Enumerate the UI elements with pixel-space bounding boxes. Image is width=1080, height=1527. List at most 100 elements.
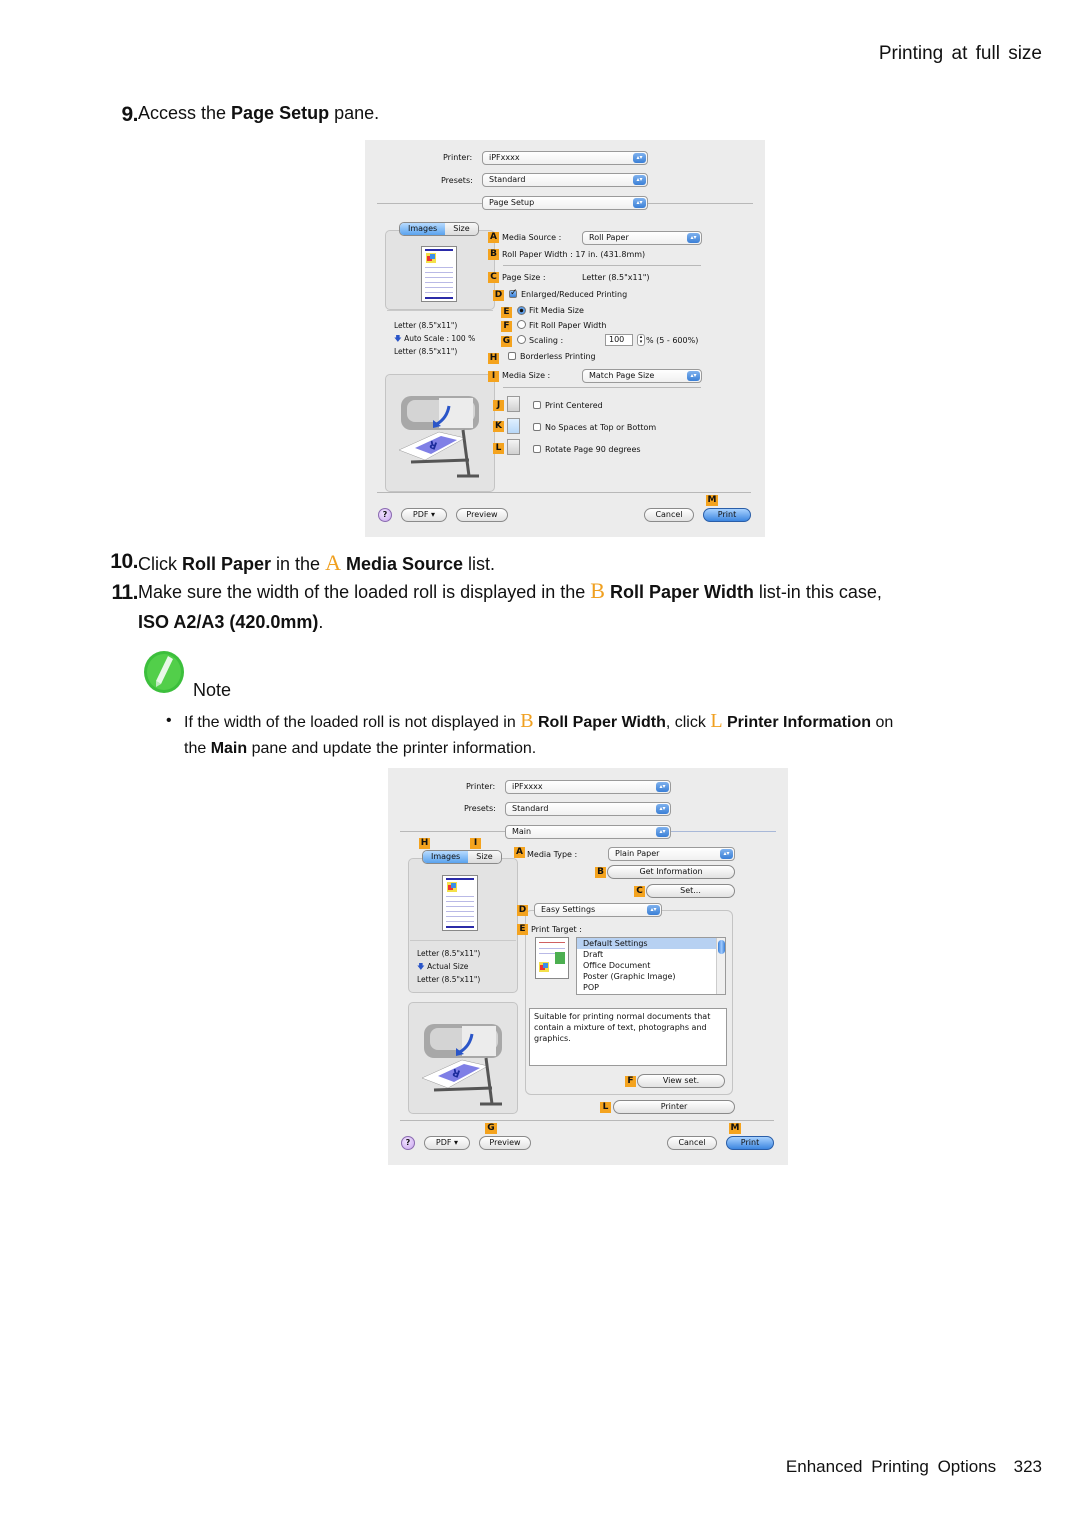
popup-arrows-icon: ▴▾ <box>687 371 700 381</box>
footer-section: Enhanced Printing Options <box>785 1457 997 1476</box>
fit-roll-width-radio[interactable] <box>517 320 526 329</box>
print-target-description: Suitable for printing normal documents t… <box>529 1008 727 1066</box>
popup-arrows-icon: ▴▾ <box>633 175 646 185</box>
arrow-down-icon: 🡇 <box>394 334 402 343</box>
step-11: 11. Make sure the width of the loaded ro… <box>111 578 882 632</box>
list-item-draft[interactable]: Draft <box>577 949 725 960</box>
page-setup-dialog-screenshot: Printer: iPFxxxx ▴▾ Presets: Standard ▴▾ P… <box>365 140 765 537</box>
main-pane-dialog-screenshot: Printer: iPFxxxx ▴▾ Presets: Standard ▴▾ M… <box>388 768 788 1165</box>
popup-arrows-icon: ▴▾ <box>687 233 700 243</box>
pdf-button[interactable]: PDF ▾ <box>401 508 447 522</box>
cancel-button[interactable]: Cancel <box>644 508 694 522</box>
note-bullet: • If the width of the loaded roll is not… <box>166 710 894 757</box>
borderless-checkbox[interactable] <box>508 352 516 360</box>
print-button[interactable]: Print <box>726 1136 774 1150</box>
print-button[interactable]: Print <box>703 508 751 522</box>
easy-settings-popup[interactable]: Easy Settings ▴▾ <box>534 903 662 917</box>
badge-h: H <box>419 838 430 849</box>
list-item-pop[interactable]: POP <box>577 982 725 993</box>
printer-button[interactable]: Printer <box>613 1100 735 1114</box>
list-item-poster[interactable]: Poster (Graphic Image) <box>577 971 725 982</box>
badge-d: D <box>517 905 528 916</box>
media-size-popup[interactable]: Match Page Size ▴▾ <box>582 369 702 383</box>
printer-popup[interactable]: iPFxxxx ▴▾ <box>505 780 671 794</box>
popup-arrows-icon: ▴▾ <box>720 849 733 859</box>
scaling-input[interactable]: 100 <box>605 334 633 346</box>
badge-f: F <box>625 1076 636 1087</box>
arrow-down-icon: 🡇 <box>417 962 425 971</box>
media-source-popup[interactable]: Roll Paper ▴▾ <box>582 231 702 245</box>
view-set-button[interactable]: View set. <box>637 1074 725 1088</box>
cancel-button[interactable]: Cancel <box>667 1136 717 1150</box>
presets-popup[interactable]: Standard ▴▾ <box>482 173 648 187</box>
print-centered-icon <box>507 396 520 412</box>
page-thumbnail <box>421 246 457 302</box>
no-spaces-checkbox[interactable] <box>533 423 541 431</box>
rotate-page-icon <box>507 439 520 455</box>
badge-e: E <box>517 924 528 935</box>
preview-tabs: Images Size <box>399 222 479 236</box>
badge-e: E <box>501 307 512 318</box>
no-spaces-icon <box>507 418 520 434</box>
list-item-office-document[interactable]: Office Document <box>577 960 725 971</box>
pane-popup[interactable]: Page Setup ▴▾ <box>482 196 648 210</box>
scaling-stepper[interactable]: ▴ ▾ <box>637 334 645 346</box>
help-button[interactable]: ? <box>401 1136 415 1150</box>
print-target-thumbnail <box>535 937 569 979</box>
step-9: 9. Access the Page Setup pane. <box>100 103 379 127</box>
popup-arrows-icon: ▴▾ <box>656 804 669 814</box>
badge-a: A <box>488 232 499 243</box>
get-information-button[interactable]: Get Information <box>607 865 735 879</box>
fit-media-size-radio[interactable] <box>517 306 526 315</box>
tab-size[interactable]: Size <box>468 851 501 863</box>
note-pencil-icon <box>144 651 184 693</box>
badge-b: B <box>488 249 499 260</box>
popup-arrows-icon: ▴▾ <box>633 198 646 208</box>
preview-info: Letter (8.5"x11") 🡇 Actual Size Letter (… <box>417 949 481 984</box>
rotate-page-checkbox[interactable] <box>533 445 541 453</box>
printer-illustration-icon: R <box>421 1024 502 1106</box>
badge-c: C <box>488 272 499 283</box>
note-label: Note <box>193 680 232 700</box>
running-head: Printing at full size <box>878 43 1042 64</box>
badge-h: H <box>488 353 499 364</box>
list-item-default-settings[interactable]: Default Settings <box>577 938 725 949</box>
popup-arrows-icon: ▴▾ <box>647 905 660 915</box>
badge-a: A <box>514 847 525 858</box>
page-thumbnail <box>442 875 478 931</box>
help-button[interactable]: ? <box>378 508 392 522</box>
page-number: 323 <box>1013 1457 1042 1476</box>
preview-button[interactable]: Preview <box>456 508 508 522</box>
set-button[interactable]: Set... <box>646 884 735 898</box>
badge-k: K <box>493 421 504 432</box>
print-target-list[interactable]: Default Settings Draft Office Document P… <box>576 937 726 995</box>
popup-arrows-icon: ▴▾ <box>656 827 669 837</box>
preview-info: Letter (8.5"x11") 🡇 Auto Scale : 100 % L… <box>394 321 476 356</box>
preview-tabs: Images Size <box>422 850 502 864</box>
badge-j: J <box>493 400 504 411</box>
badge-i: I <box>470 838 481 849</box>
media-type-popup[interactable]: Plain Paper ▴▾ <box>608 847 735 861</box>
pane-popup[interactable]: Main ▴▾ <box>505 825 671 839</box>
tab-size[interactable]: Size <box>445 223 478 235</box>
badge-c: C <box>634 886 645 897</box>
scaling-radio[interactable] <box>517 335 526 344</box>
badge-i: I <box>488 371 499 382</box>
printer-popup[interactable]: iPFxxxx ▴▾ <box>482 151 648 165</box>
print-centered-checkbox[interactable] <box>533 401 541 409</box>
badge-m: M <box>729 1123 741 1134</box>
popup-arrows-icon: ▴▾ <box>656 782 669 792</box>
tab-images[interactable]: Images <box>400 223 446 235</box>
tab-images[interactable]: Images <box>423 851 469 863</box>
list-scrollbar[interactable] <box>716 938 725 994</box>
badge-d: D <box>493 290 504 301</box>
page-footer: Enhanced Printing Options 323 <box>786 1457 1042 1477</box>
badge-b: B <box>595 867 606 878</box>
pdf-button[interactable]: PDF ▾ <box>424 1136 470 1150</box>
presets-popup[interactable]: Standard ▴▾ <box>505 802 671 816</box>
badge-g: G <box>501 336 512 347</box>
preview-button[interactable]: Preview <box>479 1136 531 1150</box>
enlarged-reduced-checkbox[interactable] <box>509 288 518 298</box>
badge-m: M <box>706 495 718 506</box>
step-number: 9. <box>121 103 138 126</box>
